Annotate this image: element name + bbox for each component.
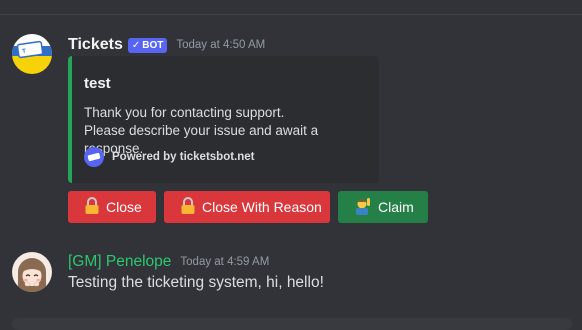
- close-with-reason-button[interactable]: Close With Reason: [164, 191, 330, 223]
- channel-divider: [0, 14, 582, 15]
- claim-button[interactable]: Claim: [338, 191, 428, 223]
- bot-message-timestamp[interactable]: Today at 4:50 AM: [176, 39, 265, 51]
- close-button[interactable]: Close: [68, 191, 156, 223]
- ticket-logo-icon: T: [12, 34, 52, 74]
- ticket-action-buttons: Close Close With Reason Claim: [68, 191, 428, 223]
- bot-message-header: Tickets ✓ BOT Today at 4:50 AM: [68, 36, 265, 54]
- user-message-header: [GM] Penelope Today at 4:59 AM: [68, 253, 269, 271]
- claim-button-label: Claim: [378, 199, 414, 215]
- bot-badge: ✓ BOT: [127, 37, 168, 53]
- bot-badge-label: BOT: [142, 39, 164, 51]
- embed-description-line1: Thank you for contacting support.: [84, 105, 285, 120]
- close-button-label: Close: [106, 199, 142, 215]
- person-raising-hand-icon: [354, 197, 372, 218]
- close-with-reason-button-label: Close With Reason: [202, 199, 322, 215]
- tickets-bot-avatar[interactable]: T: [12, 34, 52, 74]
- embed-footer-text: Powered by ticketsbot.net: [112, 151, 255, 163]
- embed-title: test: [84, 75, 111, 92]
- lock-icon: [84, 196, 100, 218]
- message-input-box[interactable]: [12, 318, 572, 330]
- bot-username[interactable]: Tickets: [68, 36, 123, 54]
- ticket-embed: test Thank you for contacting support. P…: [68, 56, 379, 183]
- ticketsbot-footer-icon: [84, 147, 104, 167]
- lock-icon: [180, 196, 196, 218]
- user-message-timestamp[interactable]: Today at 4:59 AM: [180, 256, 269, 268]
- user-username[interactable]: [GM] Penelope: [68, 253, 171, 271]
- verified-check-icon: ✓: [131, 39, 141, 51]
- penelope-avatar[interactable]: [12, 252, 52, 292]
- embed-footer: Powered by ticketsbot.net: [84, 147, 255, 167]
- anime-girl-avatar-icon: [12, 252, 52, 292]
- user-message-text: Testing the ticketing system, hi, hello!: [68, 274, 324, 291]
